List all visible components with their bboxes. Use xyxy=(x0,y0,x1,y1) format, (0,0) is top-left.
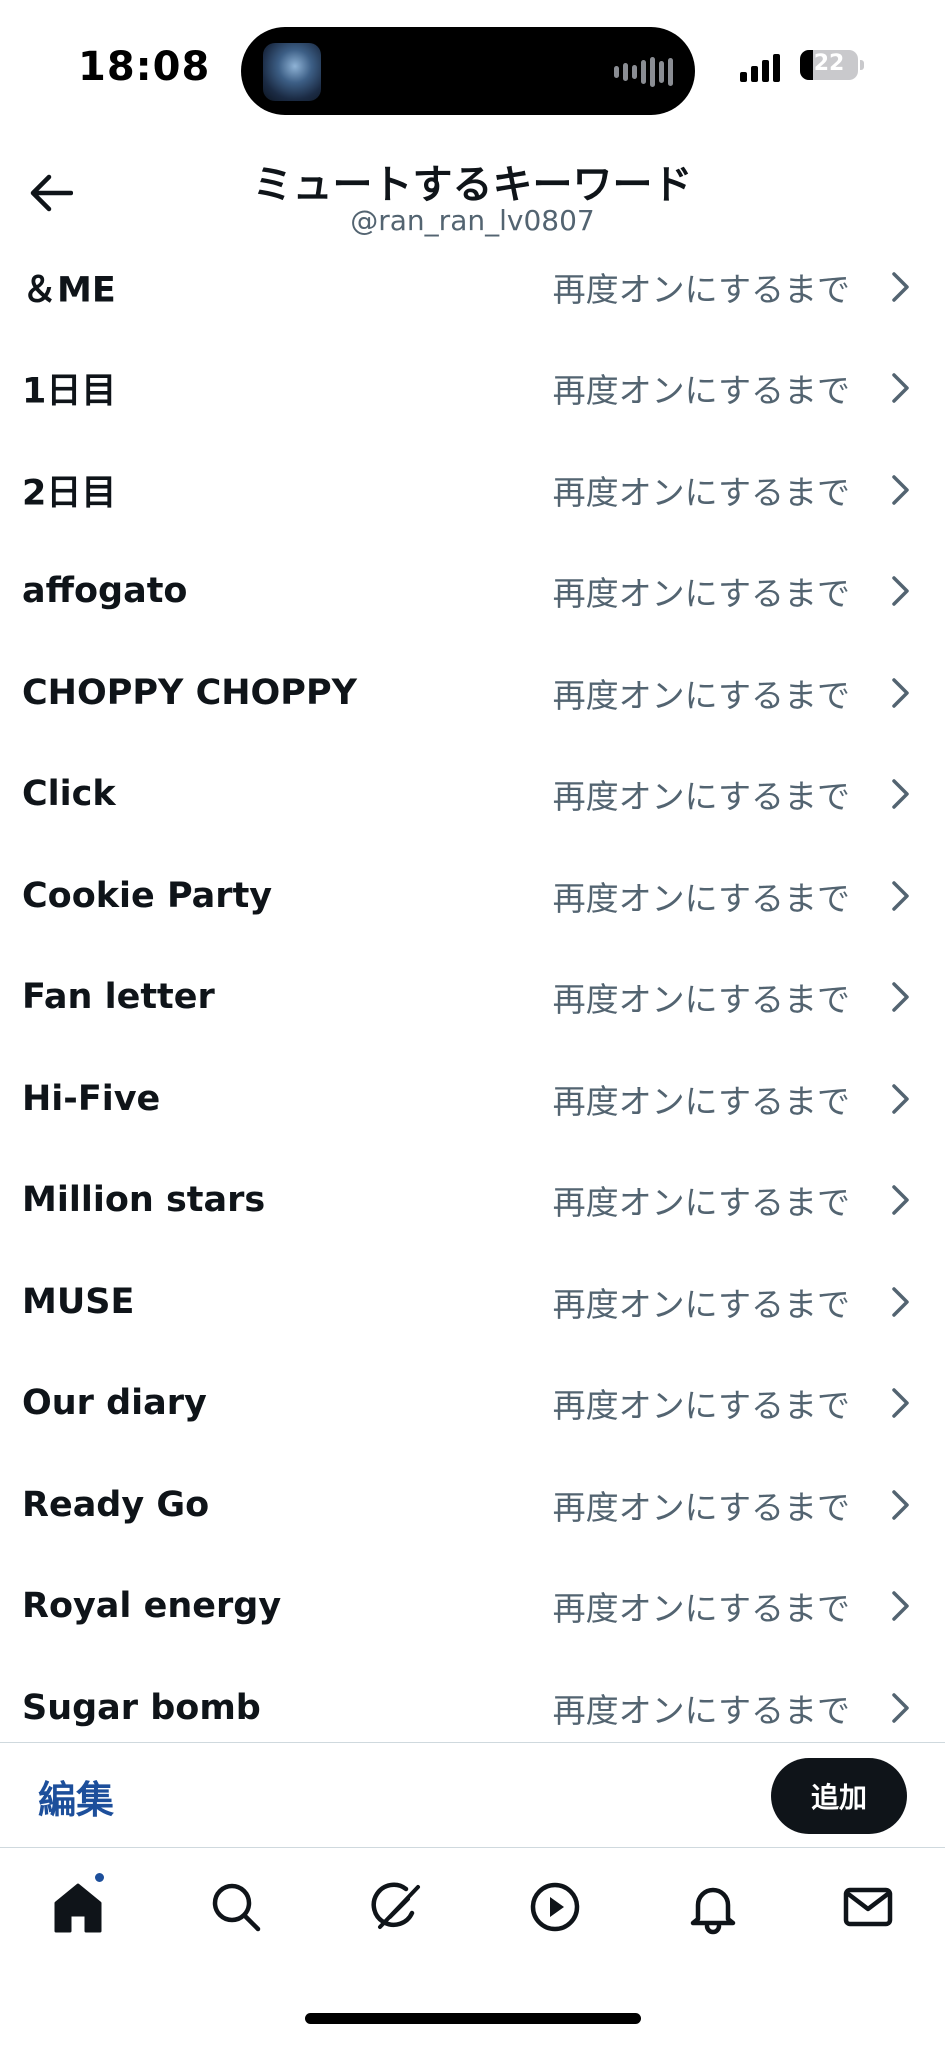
chevron-right-icon xyxy=(892,678,909,708)
mute-duration-label: 再度オンにするまで xyxy=(552,777,850,817)
mute-duration-label: 再度オンにするまで xyxy=(552,1183,850,1223)
keyword-label: CHOPPY CHOPPY xyxy=(22,672,357,713)
tab-home[interactable] xyxy=(48,1871,108,1937)
muted-keyword-row[interactable]: ＆ME 再度オンにするまで xyxy=(0,236,945,338)
keyword-label: Ready Go xyxy=(22,1484,210,1525)
muted-keyword-row[interactable]: Hi-Five 再度オンにするまで xyxy=(0,1048,945,1150)
chevron-right-icon xyxy=(892,1693,909,1723)
grok-icon xyxy=(371,1882,420,1929)
mute-duration-label: 再度オンにするまで xyxy=(552,1487,850,1527)
chevron-right-icon xyxy=(892,1185,909,1215)
keyword-label: Our diary xyxy=(22,1383,207,1424)
status-bar: 18:08 22 xyxy=(0,0,945,140)
edit-button[interactable]: 編集 xyxy=(38,1769,114,1824)
search-icon xyxy=(212,1883,261,1932)
keyword-label: Royal energy xyxy=(22,1586,282,1627)
tab-notifications[interactable] xyxy=(683,1877,743,1937)
chevron-right-icon xyxy=(892,1490,909,1520)
cellular-signal-icon xyxy=(740,52,780,82)
status-time: 18:08 xyxy=(78,44,211,90)
home-icon xyxy=(54,1883,102,1933)
mute-duration-label: 再度オンにするまで xyxy=(552,269,850,309)
chevron-right-icon xyxy=(892,1084,909,1114)
tab-grok[interactable] xyxy=(366,1877,426,1937)
keyword-label: ＆ME xyxy=(22,270,116,311)
muted-keyword-row[interactable]: Ready Go 再度オンにするまで xyxy=(0,1454,945,1556)
battery-icon: 22 xyxy=(800,50,858,80)
bell-icon xyxy=(690,1887,736,1935)
tab-search[interactable] xyxy=(206,1877,266,1937)
home-indicator[interactable] xyxy=(305,2013,641,2024)
now-playing-artwork xyxy=(263,43,321,101)
tab-video[interactable] xyxy=(525,1877,585,1937)
chevron-right-icon xyxy=(892,1591,909,1621)
muted-keyword-row[interactable]: Cookie Party 再度オンにするまで xyxy=(0,845,945,947)
mute-duration-label: 再度オンにするまで xyxy=(552,1284,850,1324)
chevron-right-icon xyxy=(892,982,909,1012)
keyword-label: 1日目 xyxy=(22,371,117,412)
chevron-right-icon xyxy=(892,272,909,302)
keyword-label: affogato xyxy=(22,571,188,612)
keyword-label: Fan letter xyxy=(22,977,215,1018)
muted-keyword-row[interactable]: 2日目 再度オンにするまで xyxy=(0,439,945,541)
chevron-right-icon xyxy=(892,1287,909,1317)
muted-keyword-row[interactable]: CHOPPY CHOPPY 再度オンにするまで xyxy=(0,642,945,744)
mute-duration-label: 再度オンにするまで xyxy=(552,1386,850,1426)
new-content-dot xyxy=(93,1871,106,1884)
keyword-label: 2日目 xyxy=(22,473,117,514)
muted-keyword-row[interactable]: affogato 再度オンにするまで xyxy=(0,541,945,643)
keyword-label: Million stars xyxy=(22,1180,266,1221)
chevron-right-icon xyxy=(892,373,909,403)
tab-bar xyxy=(0,1849,945,1959)
page-title: ミュートするキーワード xyxy=(252,162,693,208)
muted-keyword-row[interactable]: Sugar bomb 再度オンにするまで xyxy=(0,1657,945,1742)
muted-keyword-row[interactable]: 1日目 再度オンにするまで xyxy=(0,338,945,440)
keyword-label: Cookie Party xyxy=(22,875,273,916)
muted-keyword-row[interactable]: Click 再度オンにするまで xyxy=(0,744,945,846)
action-bar: 編集 追加 xyxy=(0,1742,945,1848)
mute-duration-label: 再度オンにするまで xyxy=(552,371,850,411)
play-icon xyxy=(530,1882,580,1932)
mute-duration-label: 再度オンにするまで xyxy=(552,1589,850,1629)
chevron-right-icon xyxy=(892,475,909,505)
muted-keyword-row[interactable]: Royal energy 再度オンにするまで xyxy=(0,1556,945,1658)
keyword-label: MUSE xyxy=(22,1281,135,1322)
dynamic-island[interactable] xyxy=(241,27,695,115)
mute-duration-label: 再度オンにするまで xyxy=(552,1081,850,1121)
chevron-right-icon xyxy=(892,1388,909,1418)
muted-keyword-row[interactable]: Our diary 再度オンにするまで xyxy=(0,1353,945,1455)
audio-waveform-icon xyxy=(614,56,673,88)
mute-duration-label: 再度オンにするまで xyxy=(552,1690,850,1730)
mute-duration-label: 再度オンにするまで xyxy=(552,878,850,918)
add-button[interactable]: 追加 xyxy=(771,1758,907,1834)
muted-keyword-row[interactable]: Fan letter 再度オンにするまで xyxy=(0,947,945,1049)
mute-duration-label: 再度オンにするまで xyxy=(552,675,850,715)
muted-keyword-row[interactable]: Million stars 再度オンにするまで xyxy=(0,1150,945,1252)
account-handle: @ran_ran_lv0807 xyxy=(350,204,595,237)
chevron-right-icon xyxy=(892,576,909,606)
battery-tip xyxy=(860,60,864,70)
muted-keyword-row[interactable]: MUSE 再度オンにするまで xyxy=(0,1251,945,1353)
mute-duration-label: 再度オンにするまで xyxy=(552,980,850,1020)
page-header: ミュートするキーワード @ran_ran_lv0807 xyxy=(0,140,945,250)
keyword-label: Hi-Five xyxy=(22,1078,161,1119)
tab-messages[interactable] xyxy=(838,1877,898,1937)
keyword-label: Sugar bomb xyxy=(22,1687,261,1728)
battery-level: 22 xyxy=(813,51,845,76)
chevron-right-icon xyxy=(892,779,909,809)
mail-icon xyxy=(843,1887,893,1927)
chevron-right-icon xyxy=(892,881,909,911)
mute-duration-label: 再度オンにするまで xyxy=(552,472,850,512)
mute-duration-label: 再度オンにするまで xyxy=(552,574,850,614)
keyword-label: Click xyxy=(22,774,116,815)
muted-keyword-list: ＆ME 再度オンにするまで 1日目 再度オンにするまで 2日目 再度オンにするま… xyxy=(0,236,945,1742)
